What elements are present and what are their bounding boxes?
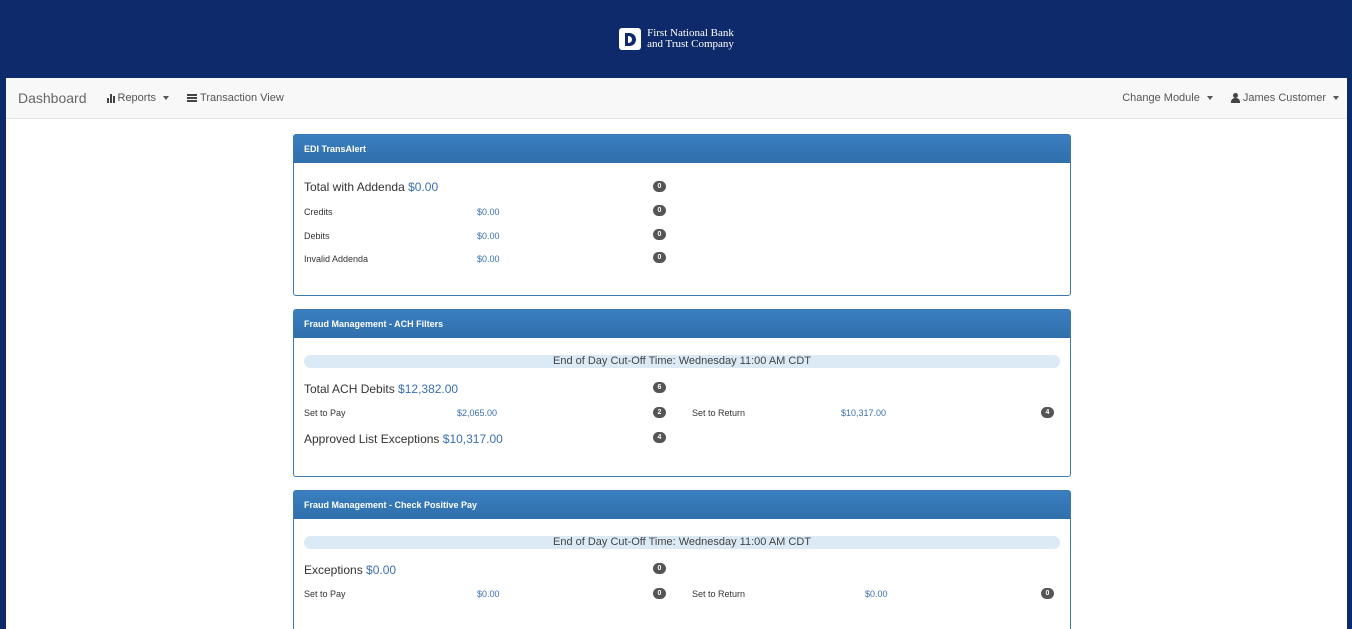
check-return-label[interactable]: Set to Return [692, 589, 745, 599]
check-pay-count-badge: 0 [653, 588, 666, 599]
check-return-amount[interactable]: $0.00 [865, 589, 888, 599]
logo-line-2: and Trust Company [647, 38, 734, 50]
nav-dashboard-link[interactable]: Dashboard [18, 90, 87, 106]
edi-transalert-panel: EDI TransAlert Total with Addenda $0.00 … [293, 134, 1071, 296]
edi-debits-label[interactable]: Debits [304, 231, 330, 241]
edi-invalid-amount[interactable]: $0.00 [477, 254, 500, 264]
panel-title[interactable]: Fraud Management - Check Positive Pay [294, 491, 1070, 519]
ach-pay-amount[interactable]: $2,065.00 [457, 408, 497, 418]
edi-total-label: Total with Addenda [304, 180, 405, 194]
edi-invalid-label[interactable]: Invalid Addenda [304, 254, 368, 264]
nav-change-module-dropdown[interactable]: Change Module [1122, 92, 1213, 104]
nav-transaction-view-label: Transaction View [200, 92, 284, 104]
check-exceptions-amount: $0.00 [366, 563, 397, 577]
edi-total-count-badge: 0 [653, 181, 666, 192]
chevron-down-icon [1206, 96, 1213, 100]
ach-approved-amount: $10,317.00 [442, 432, 503, 446]
check-positive-pay-panel: Fraud Management - Check Positive Pay En… [293, 490, 1071, 629]
ach-return-amount[interactable]: $10,317.00 [841, 408, 886, 418]
user-icon [1230, 93, 1240, 103]
ach-total-count-badge: 6 [653, 382, 666, 393]
bank-logo[interactable]: First National Bank and Trust Company [619, 28, 734, 50]
chevron-down-icon [1333, 96, 1339, 100]
ach-pay-label[interactable]: Set to Pay [304, 408, 346, 418]
nav-reports-label: Reports [117, 92, 157, 104]
ach-return-count-badge: 4 [1041, 407, 1054, 418]
app-frame: First National Bank and Trust Company Da… [6, 0, 1347, 629]
list-icon [187, 94, 198, 102]
ach-total-amount: $12,382.00 [398, 382, 459, 396]
nav-reports-dropdown[interactable]: Reports [106, 92, 170, 104]
edi-debits-count-badge: 0 [653, 229, 666, 240]
ach-return-label[interactable]: Set to Return [692, 408, 745, 418]
panel-title[interactable]: EDI TransAlert [294, 135, 1070, 163]
ach-filters-panel: Fraud Management - ACH Filters End of Da… [293, 309, 1071, 477]
check-pay-amount[interactable]: $0.00 [477, 589, 500, 599]
header-banner: First National Bank and Trust Company [6, 0, 1347, 78]
nav-user-label: James Customer [1242, 92, 1326, 104]
nav-change-module-label: Change Module [1122, 92, 1200, 104]
check-exceptions-label: Exceptions [304, 563, 363, 577]
top-navbar: Dashboard Reports Transaction View Chang… [6, 78, 1347, 119]
check-pay-label[interactable]: Set to Pay [304, 589, 346, 599]
edi-debits-amount[interactable]: $0.00 [477, 231, 500, 241]
bank-logo-icon [619, 28, 642, 50]
edi-total-row[interactable]: Total with Addenda $0.00 [304, 180, 438, 194]
edi-credits-count-badge: 0 [653, 205, 666, 216]
check-exceptions-count-badge: 0 [653, 563, 666, 574]
edi-credits-amount[interactable]: $0.00 [477, 207, 500, 217]
ach-approved-count-badge: 4 [653, 432, 666, 443]
panel-title[interactable]: Fraud Management - ACH Filters [294, 310, 1070, 338]
ach-approved-row[interactable]: Approved List Exceptions $10,317.00 [304, 432, 503, 446]
check-return-count-badge: 0 [1041, 588, 1054, 599]
ach-pay-count-badge: 2 [653, 407, 666, 418]
bank-logo-text: First National Bank and Trust Company [647, 28, 734, 50]
check-cutoff-banner: End of Day Cut-Off Time: Wednesday 11:00… [304, 536, 1060, 549]
bar-chart-icon [106, 93, 115, 103]
chevron-down-icon [163, 96, 170, 100]
ach-approved-label: Approved List Exceptions [304, 432, 440, 446]
ach-cutoff-banner: End of Day Cut-Off Time: Wednesday 11:00… [304, 355, 1060, 368]
check-exceptions-row[interactable]: Exceptions $0.00 [304, 563, 396, 577]
edi-invalid-count-badge: 0 [653, 252, 666, 263]
nav-transaction-view-link[interactable]: Transaction View [187, 92, 284, 104]
nav-user-dropdown[interactable]: James Customer [1230, 92, 1339, 104]
edi-credits-label[interactable]: Credits [304, 207, 333, 217]
edi-total-amount: $0.00 [408, 180, 439, 194]
ach-total-label: Total ACH Debits [304, 382, 395, 396]
ach-total-row[interactable]: Total ACH Debits $12,382.00 [304, 382, 458, 396]
